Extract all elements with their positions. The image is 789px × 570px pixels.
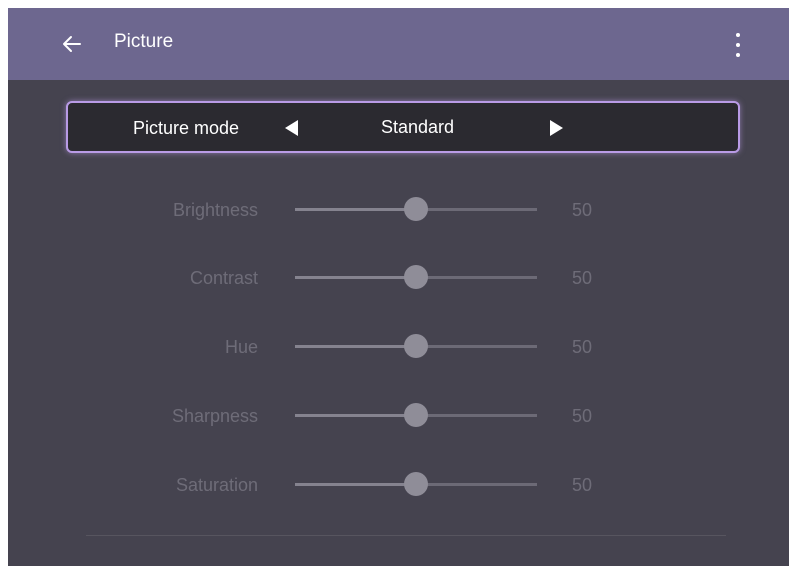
- slider-rest: [416, 345, 537, 348]
- slider-fill: [295, 345, 416, 348]
- setting-value: 50: [572, 200, 593, 220]
- menu-dot: [736, 33, 740, 37]
- contrast-slider[interactable]: [295, 265, 537, 289]
- slider-thumb[interactable]: [404, 265, 428, 289]
- slider-rest: [416, 483, 537, 486]
- setting-value: 50: [572, 337, 593, 357]
- setting-label: Contrast: [189, 268, 258, 288]
- picture-mode-label: Picture mode: [133, 118, 240, 138]
- menu-dot: [736, 43, 740, 47]
- hue-slider[interactable]: [295, 334, 537, 358]
- picture-settings-screen: Picture Picture mode Standard Brightness…: [8, 8, 789, 566]
- slider-fill: [295, 483, 416, 486]
- slider-fill: [295, 414, 416, 417]
- setting-value: 50: [572, 475, 593, 495]
- slider-thumb[interactable]: [404, 403, 428, 427]
- setting-row-hue: Hue 50: [8, 331, 789, 361]
- slider-rest: [416, 414, 537, 417]
- triangle-right-icon[interactable]: [550, 120, 563, 136]
- picture-mode-selector[interactable]: Picture mode Standard: [66, 101, 740, 153]
- setting-value: 50: [572, 406, 593, 426]
- slider-fill: [295, 276, 416, 279]
- header-bar: Picture: [8, 8, 789, 80]
- triangle-left-icon[interactable]: [285, 120, 298, 136]
- more-vertical-icon[interactable]: [733, 31, 743, 61]
- setting-row-saturation: Saturation 50: [8, 469, 789, 499]
- menu-dot: [736, 53, 740, 57]
- slider-thumb[interactable]: [404, 472, 428, 496]
- setting-label: Sharpness: [171, 406, 258, 426]
- saturation-slider[interactable]: [295, 472, 537, 496]
- arrow-left-icon[interactable]: [60, 32, 84, 56]
- slider-thumb[interactable]: [404, 334, 428, 358]
- slider-rest: [416, 276, 537, 279]
- setting-value: 50: [572, 268, 593, 288]
- setting-label: Brightness: [172, 200, 258, 220]
- page-title: Picture: [114, 31, 174, 52]
- divider: [86, 535, 726, 536]
- setting-row-brightness: Brightness 50: [8, 194, 789, 224]
- setting-row-sharpness: Sharpness 50: [8, 400, 789, 430]
- setting-label: Hue: [224, 337, 258, 357]
- setting-row-contrast: Contrast 50: [8, 262, 789, 292]
- setting-label: Saturation: [175, 475, 258, 495]
- sharpness-slider[interactable]: [295, 403, 537, 427]
- picture-mode-value: Standard: [381, 117, 455, 137]
- slider-thumb[interactable]: [404, 197, 428, 221]
- brightness-slider[interactable]: [295, 197, 537, 221]
- slider-fill: [295, 208, 416, 211]
- slider-rest: [416, 208, 537, 211]
